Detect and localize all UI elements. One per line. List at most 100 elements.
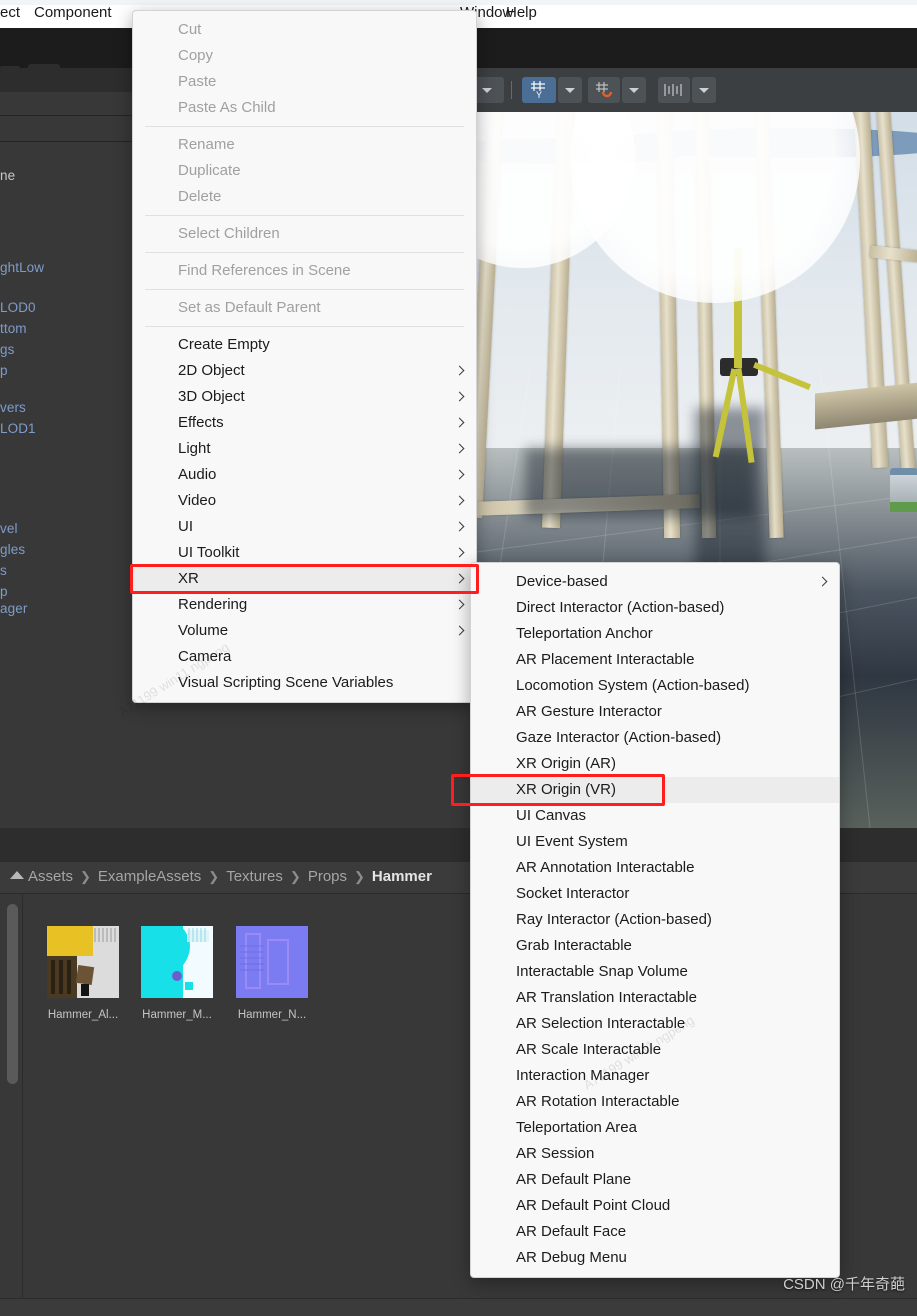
menu-item-label: Paste (178, 73, 217, 90)
menu-separator (145, 252, 464, 253)
hierarchy-item[interactable]: ne (0, 168, 15, 183)
menu-item-effects[interactable]: Effects (133, 410, 476, 436)
menu-item-label: 3D Object (178, 388, 245, 405)
submenu-item-ar-default-plane[interactable]: AR Default Plane (471, 1167, 839, 1193)
submenu-item-socket-interactor[interactable]: Socket Interactor (471, 881, 839, 907)
scene-paint-bucket (890, 468, 917, 512)
hierarchy-item[interactable]: LOD1 (0, 421, 36, 436)
project-panel-divider (22, 894, 23, 1316)
menu-item-label: Visual Scripting Scene Variables (178, 674, 394, 691)
gameobject-context-menu[interactable]: Cut Copy Paste Paste As Child Rename Duplicat… (132, 10, 477, 703)
menubar-item-component[interactable]: Component (34, 4, 112, 21)
submenu-item-grab-interactable[interactable]: Grab Interactable (471, 933, 839, 959)
submenu-item-xr-origin-ar[interactable]: XR Origin (AR) (471, 751, 839, 777)
menu-item-ui[interactable]: UI (133, 514, 476, 540)
menu-item-label: Select Children (178, 225, 280, 242)
hierarchy-item[interactable]: ttom (0, 321, 27, 336)
breadcrumb-item[interactable]: Props (308, 868, 347, 885)
menu-item-rendering[interactable]: Rendering (133, 592, 476, 618)
project-scrollbar[interactable] (7, 904, 18, 1084)
menu-item-3d-object[interactable]: 3D Object (133, 384, 476, 410)
menu-item-2d-object[interactable]: 2D Object (133, 358, 476, 384)
grid-snap-magnet-button[interactable] (588, 77, 620, 103)
submenu-item-ui-event-system[interactable]: UI Event System (471, 829, 839, 855)
breadcrumb-separator-icon: ❯ (208, 868, 220, 884)
submenu-item-ar-gesture-interactor[interactable]: AR Gesture Interactor (471, 699, 839, 725)
breadcrumb-item[interactable]: Hammer (372, 868, 432, 885)
submenu-item-ui-canvas[interactable]: UI Canvas (471, 803, 839, 829)
menubar-item-gameobject[interactable]: ect (0, 4, 20, 21)
menu-item-set-as-default-parent: Set as Default Parent (133, 295, 476, 321)
submenu-item-ar-annotation-interactable[interactable]: AR Annotation Interactable (471, 855, 839, 881)
hierarchy-item[interactable]: vel (0, 521, 18, 536)
asset-item[interactable]: Hammer_N... (236, 926, 308, 1021)
grid-snap-dropdown[interactable] (622, 77, 646, 103)
grid-axis-dropdown[interactable] (558, 77, 582, 103)
svg-text:Y: Y (536, 90, 542, 99)
menu-item-light[interactable]: Light (133, 436, 476, 462)
increment-snap-button[interactable] (658, 77, 690, 103)
breadcrumb[interactable]: Assets ❯ ExampleAssets ❯ Textures ❯ Props ❯ Hamm… (28, 868, 432, 885)
hierarchy-item[interactable]: gles (0, 542, 25, 557)
asset-item[interactable]: Hammer_Al... (47, 926, 119, 1021)
hierarchy-item[interactable]: gs (0, 342, 14, 357)
collapse-triangle-icon[interactable] (10, 871, 24, 879)
window-titlebar-strip (0, 0, 917, 5)
hierarchy-item[interactable]: ghtLow (0, 260, 44, 275)
submenu-item-teleportation-anchor[interactable]: Teleportation Anchor (471, 621, 839, 647)
submenu-item-ar-default-face[interactable]: AR Default Face (471, 1219, 839, 1245)
scene-view-toolbar[interactable]: Y (470, 68, 917, 112)
asset-item[interactable]: Hammer_M... (141, 926, 213, 1021)
submenu-item-label: AR Default Face (516, 1223, 627, 1240)
submenu-item-device-based[interactable]: Device-based (471, 569, 839, 595)
menubar-item-help[interactable]: Help (506, 4, 537, 21)
submenu-item-teleportation-area[interactable]: Teleportation Area (471, 1115, 839, 1141)
scene-tripod-column (734, 248, 742, 368)
menu-item-volume[interactable]: Volume (133, 618, 476, 644)
submenu-item-label: AR Session (516, 1145, 595, 1162)
submenu-item-label: Teleportation Area (516, 1119, 637, 1136)
asset-label: Hammer_Al... (47, 1009, 119, 1021)
chevron-right-icon (456, 548, 462, 558)
submenu-item-ar-debug-menu[interactable]: AR Debug Menu (471, 1245, 839, 1271)
submenu-item-label: Device-based (516, 573, 608, 590)
menu-item-create-empty[interactable]: Create Empty (133, 332, 476, 358)
increment-snap-dropdown[interactable] (692, 77, 716, 103)
hierarchy-item[interactable]: p (0, 584, 8, 599)
grid-snap-magnet-icon (596, 82, 613, 98)
breadcrumb-item[interactable]: Textures (226, 868, 283, 885)
submenu-item-ar-session[interactable]: AR Session (471, 1141, 839, 1167)
submenu-item-interactable-snap-volume[interactable]: Interactable Snap Volume (471, 959, 839, 985)
hierarchy-item[interactable]: vers (0, 400, 26, 415)
submenu-item-ar-placement-interactable[interactable]: AR Placement Interactable (471, 647, 839, 673)
hierarchy-item[interactable]: ager (0, 601, 27, 616)
breadcrumb-item[interactable]: Assets (28, 868, 73, 885)
chevron-right-icon (456, 626, 462, 636)
scene-bucket-base (890, 502, 917, 512)
hierarchy-item[interactable]: LOD0 (0, 300, 36, 315)
submenu-item-label: XR Origin (AR) (516, 755, 617, 772)
submenu-item-interaction-manager[interactable]: Interaction Manager (471, 1063, 839, 1089)
submenu-item-ar-default-point-cloud[interactable]: AR Default Point Cloud (471, 1193, 839, 1219)
xr-submenu[interactable]: Device-based Direct Interactor (Action-ba… (470, 562, 840, 1278)
menu-item-label: Create Empty (178, 336, 270, 353)
submenu-item-direct-interactor-action-based[interactable]: Direct Interactor (Action-based) (471, 595, 839, 621)
hierarchy-item[interactable]: s (0, 563, 7, 578)
submenu-item-ar-rotation-interactable[interactable]: AR Rotation Interactable (471, 1089, 839, 1115)
breadcrumb-item[interactable]: ExampleAssets (98, 868, 201, 885)
submenu-item-locomotion-system-action-based[interactable]: Locomotion System (Action-based) (471, 673, 839, 699)
hierarchy-item[interactable]: p (0, 363, 8, 378)
grid-axis-y-button[interactable]: Y (522, 77, 556, 103)
submenu-item-ray-interactor-action-based[interactable]: Ray Interactor (Action-based) (471, 907, 839, 933)
menu-item-label: Video (178, 492, 217, 509)
chevron-right-icon (456, 444, 462, 454)
menu-item-xr[interactable]: XR (133, 566, 476, 592)
menu-item-video[interactable]: Video (133, 488, 476, 514)
menu-item-ui-toolkit[interactable]: UI Toolkit (133, 540, 476, 566)
menu-item-audio[interactable]: Audio (133, 462, 476, 488)
submenu-item-label: AR Rotation Interactable (516, 1093, 680, 1110)
submenu-item-xr-origin-vr[interactable]: XR Origin (VR) (471, 777, 839, 803)
submenu-item-gaze-interactor-action-based[interactable]: Gaze Interactor (Action-based) (471, 725, 839, 751)
submenu-item-ar-translation-interactable[interactable]: AR Translation Interactable (471, 985, 839, 1011)
menu-item-delete: Delete (133, 184, 476, 210)
